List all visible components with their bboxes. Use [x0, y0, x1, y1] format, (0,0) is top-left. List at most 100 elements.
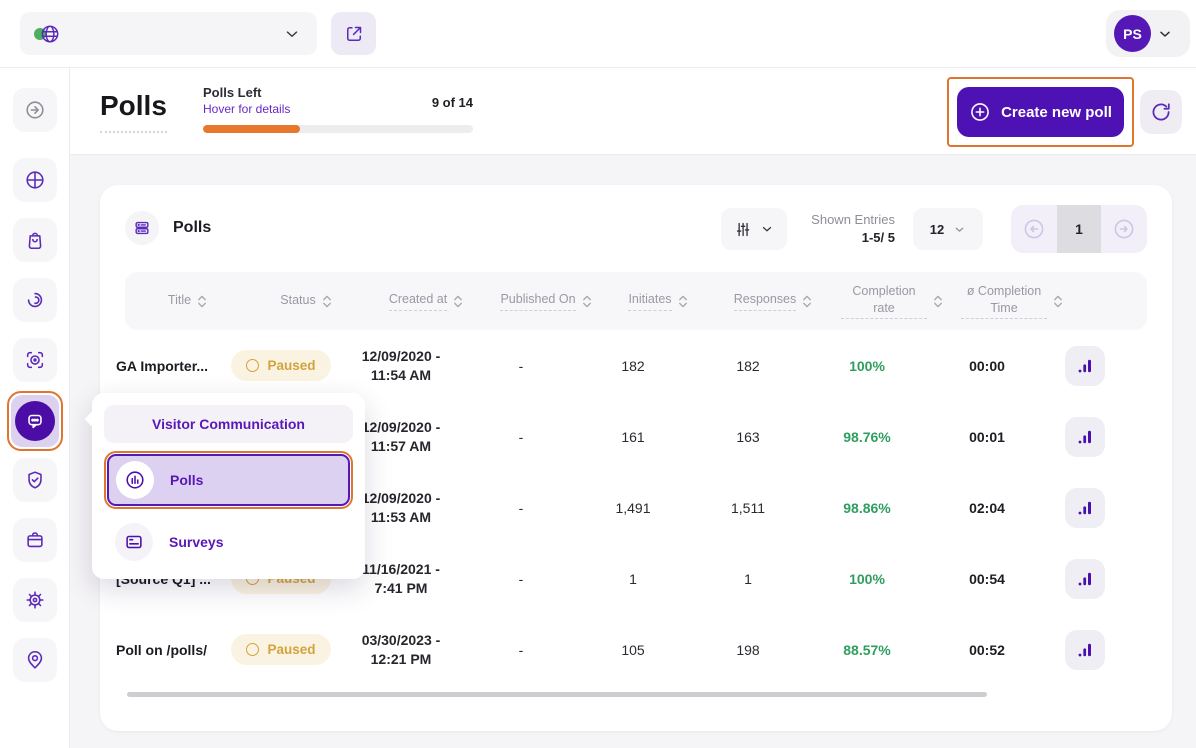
poll-published-on: - — [465, 642, 577, 658]
polls-menu-annotation: Polls — [104, 451, 353, 509]
quota-value: 9 of 14 — [370, 95, 473, 110]
shield-check-icon — [24, 469, 46, 491]
database-icon — [125, 211, 159, 245]
column-header-published-on[interactable]: Published On — [490, 291, 602, 311]
visitor-communication-menu: Visitor Communication Polls Surveys — [92, 393, 365, 579]
sidebar-item-swirl[interactable] — [13, 278, 57, 322]
create-new-poll-label: Create new poll — [1001, 104, 1112, 121]
sidebar-item-briefcase[interactable] — [13, 518, 57, 562]
open-site-button[interactable] — [331, 12, 376, 55]
column-header-completion-rate[interactable]: Completion rate — [832, 283, 952, 320]
poll-stats-button[interactable] — [1065, 630, 1105, 670]
column-header-status[interactable]: Status — [250, 292, 362, 311]
bar-chart-icon — [1075, 569, 1095, 589]
menu-title: Visitor Communication — [104, 405, 353, 443]
poll-stats-button[interactable] — [1065, 488, 1105, 528]
table-header-row: TitleStatusCreated atPublished OnInitiat… — [125, 272, 1147, 330]
horizontal-scrollbar[interactable] — [127, 692, 987, 697]
table-row[interactable]: GA Importer...Paused12/09/2020 -11:54 AM… — [100, 330, 1172, 401]
next-page-button[interactable] — [1101, 205, 1147, 253]
column-header--completion-time[interactable]: ø Completion Time — [952, 283, 1072, 320]
poll-created-at: 03/30/2023 -12:21 PM — [337, 631, 465, 669]
sidebar-item-collapse-panel[interactable] — [13, 88, 57, 132]
chat-bubble-icon — [15, 401, 55, 441]
column-header-title[interactable]: Title — [125, 292, 250, 311]
poll-circle-icon — [116, 461, 154, 499]
poll-responses: 182 — [689, 358, 807, 374]
sidebar-item-focus-target[interactable] — [13, 338, 57, 382]
current-page-button[interactable]: 1 — [1057, 205, 1101, 253]
refresh-button[interactable] — [1140, 90, 1182, 134]
filter-button[interactable] — [721, 208, 787, 250]
poll-published-on: - — [465, 358, 577, 374]
bar-chart-icon — [1075, 498, 1095, 518]
plus-circle-icon — [969, 101, 991, 123]
sidebar-item-shop-bag[interactable] — [13, 218, 57, 262]
sidebar — [0, 68, 70, 748]
chevron-down-icon — [953, 223, 966, 236]
poll-initiates: 161 — [577, 429, 689, 445]
focus-target-icon — [24, 349, 46, 371]
refresh-icon — [1150, 101, 1172, 123]
card-header: Polls Shown Entries 1-5/ 5 — [100, 185, 1172, 272]
sort-icon — [453, 295, 463, 308]
poll-stats-button[interactable] — [1065, 417, 1105, 457]
page-size-select[interactable]: 12 — [913, 208, 983, 250]
paused-ring-icon — [246, 359, 259, 372]
active-item-background — [11, 395, 59, 447]
sidebar-item-settings-gear[interactable] — [13, 578, 57, 622]
sort-icon — [933, 295, 943, 308]
poll-stats-button[interactable] — [1065, 346, 1105, 386]
card-title: Polls — [173, 219, 211, 237]
user-menu[interactable]: PS — [1106, 10, 1190, 57]
poll-initiates: 105 — [577, 642, 689, 658]
poll-published-on: - — [465, 571, 577, 587]
poll-responses: 163 — [689, 429, 807, 445]
poll-responses: 198 — [689, 642, 807, 658]
table-row[interactable]: Poll on /polls/Paused03/30/2023 -12:21 P… — [100, 614, 1172, 685]
page-header: Polls Polls Left Hover for details 9 of … — [70, 68, 1196, 155]
app-root: PS Polls Polls Left Hover for details 9 … — [0, 0, 1196, 748]
bar-chart-icon — [1075, 427, 1095, 447]
sort-icon — [582, 295, 592, 308]
paused-ring-icon — [246, 643, 259, 656]
create-new-poll-button[interactable]: Create new poll — [957, 87, 1124, 137]
avatar: PS — [1114, 15, 1151, 52]
dashboard-pie-icon — [24, 169, 46, 191]
previous-page-button[interactable] — [1011, 205, 1057, 253]
chevron-down-icon — [283, 25, 301, 43]
poll-completion-time: 00:52 — [927, 642, 1047, 658]
poll-published-on: - — [465, 500, 577, 516]
menu-item-polls[interactable]: Polls — [107, 454, 350, 506]
swirl-icon — [24, 289, 46, 311]
quota-progress-bar — [203, 125, 473, 133]
poll-responses: 1,511 — [689, 500, 807, 516]
sort-icon — [197, 295, 207, 308]
settings-gear-icon — [24, 589, 46, 611]
arrow-left-circle-icon — [1022, 217, 1046, 241]
menu-item-surveys[interactable]: Surveys — [104, 519, 353, 565]
site-selector[interactable] — [20, 12, 317, 55]
poll-status: Paused — [225, 350, 337, 381]
poll-status: Paused — [225, 634, 337, 665]
sidebar-item-dashboard-pie[interactable] — [13, 158, 57, 202]
sidebar-item-location-pin[interactable] — [13, 638, 57, 682]
poll-completion-time: 00:01 — [927, 429, 1047, 445]
poll-completion-time: 02:04 — [927, 500, 1047, 516]
survey-card-icon — [115, 523, 153, 561]
poll-completion-rate: 98.76% — [807, 429, 927, 445]
column-header-initiates[interactable]: Initiates — [602, 291, 714, 311]
column-header-responses[interactable]: Responses — [714, 291, 832, 311]
status-badge: Paused — [231, 350, 330, 381]
poll-published-on: - — [465, 429, 577, 445]
bar-chart-icon — [1075, 640, 1095, 660]
poll-stats-button[interactable] — [1065, 559, 1105, 599]
sidebar-item-chat-bubble[interactable] — [7, 391, 63, 451]
chevron-down-icon — [1157, 26, 1173, 42]
column-header-created-at[interactable]: Created at — [362, 291, 490, 311]
create-poll-annotation: Create new poll — [947, 77, 1134, 147]
poll-completion-time: 00:00 — [927, 358, 1047, 374]
sidebar-item-shield-check[interactable] — [13, 458, 57, 502]
shop-bag-icon — [24, 229, 46, 251]
sliders-icon — [734, 220, 753, 239]
